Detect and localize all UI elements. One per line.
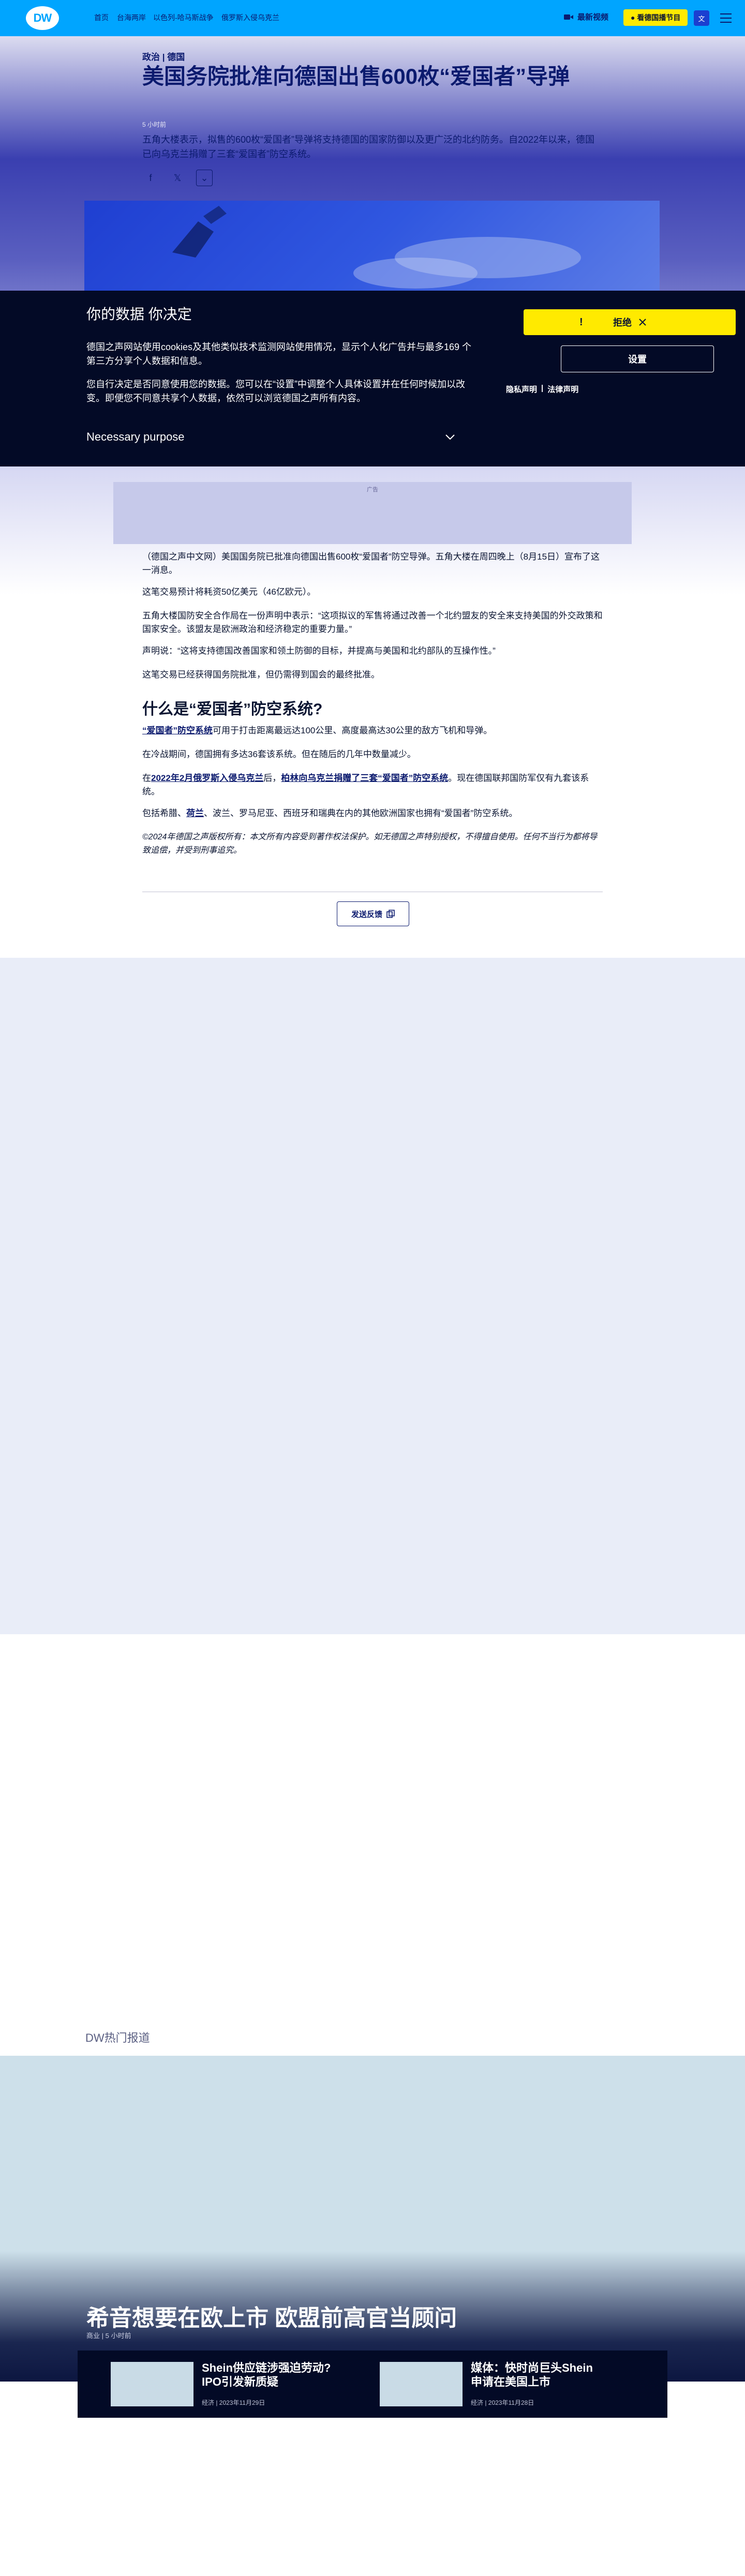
article-timestamp: 5 小时前 xyxy=(142,121,167,128)
article-title: 美国务院批准向德国出售600枚“爱国者”导弹 xyxy=(142,64,570,88)
language-icon[interactable]: 文 xyxy=(694,10,709,26)
ad-label: 广告 xyxy=(367,487,378,493)
story-title[interactable]: 媒体：快时尚巨头Shein申请在美国上市 xyxy=(471,2361,600,2389)
privacy-policy-link[interactable]: 隐私声明 xyxy=(506,384,537,395)
article-paragraph: 这笔交易预计将耗资50亿美元（46亿欧元）。 xyxy=(142,587,316,597)
paragraph-text: 、波兰、罗马尼亚、西班牙和瑞典在内的其他欧洲国家也拥有“爱国者”防空系统。 xyxy=(204,808,518,818)
nav-link-israel-hamas[interactable]: 以色列-哈马斯战争 xyxy=(153,12,214,23)
netherlands-link[interactable]: 荷兰 xyxy=(186,808,204,818)
related-stories-row: Shein供应链涉强迫劳动? IPO引发新质疑 经济 | 2023年11月29日… xyxy=(78,2351,667,2418)
video-camera-icon xyxy=(564,14,573,20)
article-paragraph: （德国之声中文网）美国国务院已批准向德国出售600枚“爱国者”防空导弹。五角大楼… xyxy=(142,552,600,575)
warning-icon: ! xyxy=(579,316,583,328)
nav-link-home[interactable]: 首页 xyxy=(94,12,109,23)
link-separator: | xyxy=(541,384,544,393)
advertisement-slot[interactable]: 广告 xyxy=(113,482,632,544)
feedback-label: 发送反馈 xyxy=(351,910,382,919)
close-icon xyxy=(639,319,646,326)
article-summary: 五角大楼表示，拟售的600枚“爱国者”导弹将支持德国的国家防御以及更广泛的北约防… xyxy=(142,134,595,159)
cookie-title: 你的数据 你决定 xyxy=(86,306,192,322)
dw-logo[interactable]: DW xyxy=(26,6,59,30)
legal-notice-link[interactable]: 法律声明 xyxy=(547,384,578,395)
paragraph-text: 在 xyxy=(142,773,151,783)
article-paragraph: 五角大楼国防安全合作局在一份声明中表示：“这项拟议的军售将通过改善一个北约盟友的… xyxy=(142,611,603,634)
necessary-purpose-toggle[interactable]: Necessary purpose xyxy=(86,430,455,444)
chevron-down-icon xyxy=(445,434,455,440)
x-twitter-icon[interactable]: 𝕏 xyxy=(169,170,186,186)
article-paragraph: 在2022年2月俄罗斯入侵乌克兰后，柏林向乌克兰捐赠了三套“爱国者”防空系统。现… xyxy=(142,772,603,799)
article-section-tags[interactable]: 政治 | 德国 xyxy=(142,50,185,63)
nav-link-taiwan-strait[interactable]: 台海两岸 xyxy=(117,12,146,23)
necessary-purpose-label: Necessary purpose xyxy=(86,430,185,443)
settings-button[interactable]: 设置 xyxy=(561,345,714,372)
live-tv-button[interactable]: ● 看德国播节目 xyxy=(623,9,688,26)
berlin-donation-link[interactable]: 柏林向乌克兰捐赠了三套“爱国者”防空系统 xyxy=(281,773,448,783)
reject-label: 拒绝 xyxy=(613,318,632,328)
russia-invasion-link[interactable]: 2022年2月俄罗斯入侵乌克兰 xyxy=(151,773,263,783)
nav-link-russia-ukraine[interactable]: 俄罗斯入侵乌克兰 xyxy=(221,12,279,23)
send-feedback-button[interactable]: 发送反馈 xyxy=(337,901,409,926)
story-meta: 经济 | 2023年11月29日 xyxy=(202,2399,265,2406)
story-thumbnail[interactable] xyxy=(380,2362,463,2406)
share-more-chevron-icon[interactable]: ⌄ xyxy=(196,170,213,186)
reject-button[interactable]: ! 拒绝 xyxy=(524,309,736,335)
latest-video-label: 最新视频 xyxy=(577,13,609,22)
article-paragraph: 这笔交易已经获得国务院批准，但仍需得到国会的最终批准。 xyxy=(142,670,380,680)
article-paragraph: “爱国者”防空系统可用于打击距离最远达100公里、高度最高达30公里的敌方飞机和… xyxy=(142,724,603,737)
paragraph-text: 可用于打击距离最远达100公里、高度最高达30公里的敌方飞机和导弹。 xyxy=(213,726,493,735)
patriot-system-link[interactable]: “爱国者”防空系统 xyxy=(142,726,213,735)
featured-story-title[interactable]: 希音想要在欧上市 欧盟前高官当顾问 xyxy=(86,2299,457,2332)
cookie-choice-text: 您自行决定是否同意使用您的数据。您可以在“设置”中调整个人具体设置并在任何时候加… xyxy=(86,379,465,403)
featured-story-meta: 商业 | 5 小时前 xyxy=(86,2332,131,2340)
hamburger-menu-icon[interactable] xyxy=(719,11,733,25)
cookie-legal-links: 隐私声明 | 法律声明 xyxy=(506,384,578,395)
article-hero-image xyxy=(84,201,660,294)
article-paragraph: 声明说：“这将支持德国改善国家和领土防御的目标，并提高与美国和北约部队的互操作性… xyxy=(142,646,496,656)
facebook-icon[interactable]: f xyxy=(142,170,159,186)
empty-content-band xyxy=(0,958,745,1634)
latest-video-link[interactable]: 最新视频 xyxy=(564,11,608,22)
share-bar: f 𝕏 ⌄ xyxy=(142,170,213,186)
article-paragraph: 包括希腊、荷兰、波兰、罗马尼亚、西班牙和瑞典在内的其他欧洲国家也拥有“爱国者”防… xyxy=(142,807,603,820)
cookie-consent-dialog: 你的数据 你决定 德国之声网站使用cookies及其他类似技术监测网站使用情况，… xyxy=(0,291,745,466)
story-title[interactable]: Shein供应链涉强迫劳动? IPO引发新质疑 xyxy=(202,2361,331,2389)
paragraph-text: 包括希腊、 xyxy=(142,808,186,818)
copy-icon xyxy=(386,910,395,918)
patriot-launcher-illustration xyxy=(172,206,581,289)
story-thumbnail[interactable] xyxy=(111,2362,193,2406)
paragraph-text: 后， xyxy=(263,773,281,783)
article-subheading: 什么是“爱国者”防空系统? xyxy=(142,701,323,718)
top-navigation-bar: DW 首页 台海两岸 以色列-哈马斯战争 俄罗斯入侵乌克兰 最新视频 ● 看德国… xyxy=(0,0,745,36)
article-paragraph: 在冷战期间，德国拥有多达36套该系统。但在随后的几年中数量减少。 xyxy=(142,749,416,759)
copyright-notice: ©2024年德国之声版权所有：本文所有内容受到著作权法保护。如无德国之声特别授权… xyxy=(142,833,598,855)
hot-reports-heading: DW热门报道 xyxy=(85,2031,150,2044)
cookie-description: 德国之声网站使用cookies及其他类似技术监测网站使用情况，显示个人化广告并与… xyxy=(86,342,472,366)
story-meta: 经济 | 2023年11月28日 xyxy=(471,2399,534,2406)
